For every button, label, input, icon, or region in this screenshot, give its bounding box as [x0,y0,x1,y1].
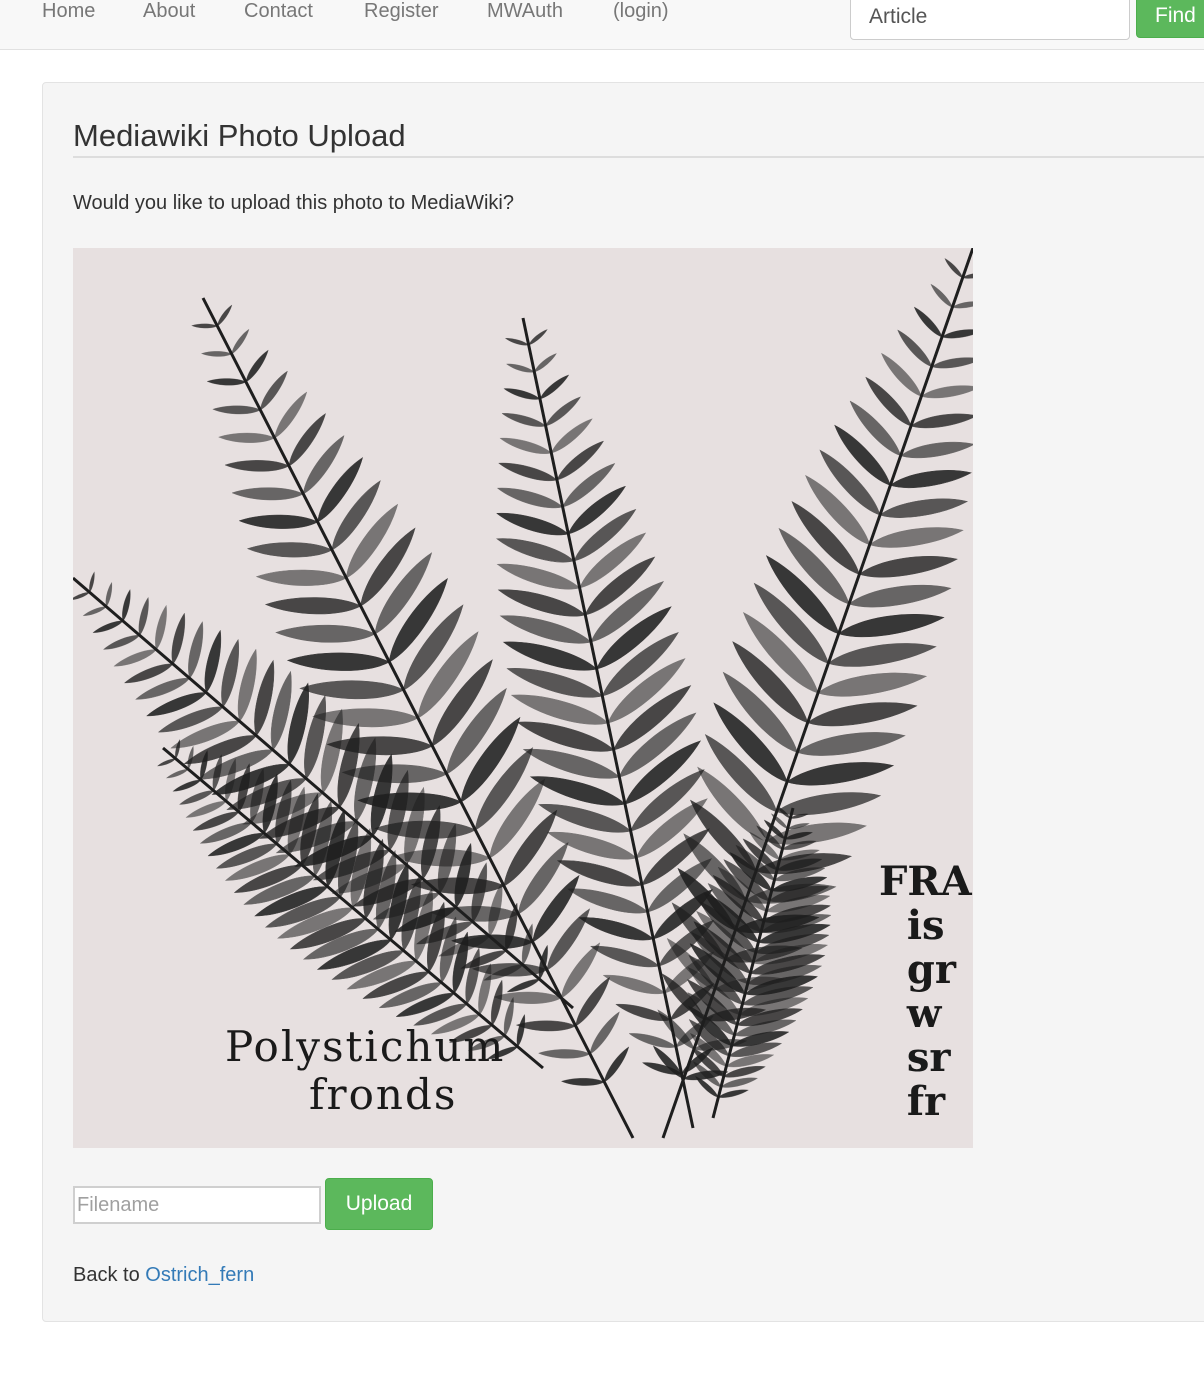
nav-link-home[interactable]: Home [42,0,95,24]
page-title: Mediawiki Photo Upload [73,118,406,153]
photo-caption-line-1: Polystichum [225,1022,506,1071]
upload-button[interactable]: Upload [325,1178,433,1230]
upload-question: Would you like to upload this photo to M… [73,192,514,214]
article-search-input[interactable] [850,0,1130,40]
photo-edge-text: FRA is gr w sr fr [879,858,972,1125]
nav-link-mwauth[interactable]: MWAuth [487,0,563,24]
back-line: Back to Ostrich_fern [73,1261,254,1289]
nav-link-about[interactable]: About [143,0,195,24]
back-prefix: Back to [73,1264,146,1286]
upload-panel: Mediawiki Photo Upload Would you like to… [42,82,1204,1322]
find-button[interactable]: Find [1136,0,1204,38]
nav-link-register[interactable]: Register [364,0,438,24]
fern-illustration [73,248,973,1139]
filename-input[interactable] [73,1186,321,1224]
top-navbar: Home About Contact Register MWAuth (logi… [0,0,1204,50]
back-link-ostrich-fern[interactable]: Ostrich_fern [145,1264,254,1286]
title-divider [73,156,1204,158]
nav-link-contact[interactable]: Contact [244,0,313,24]
fern-photo: Polystichum fronds FRA is gr w sr fr [73,248,973,1148]
nav-link-login[interactable]: (login) [613,0,669,24]
photo-caption-line-2: fronds [309,1070,458,1119]
